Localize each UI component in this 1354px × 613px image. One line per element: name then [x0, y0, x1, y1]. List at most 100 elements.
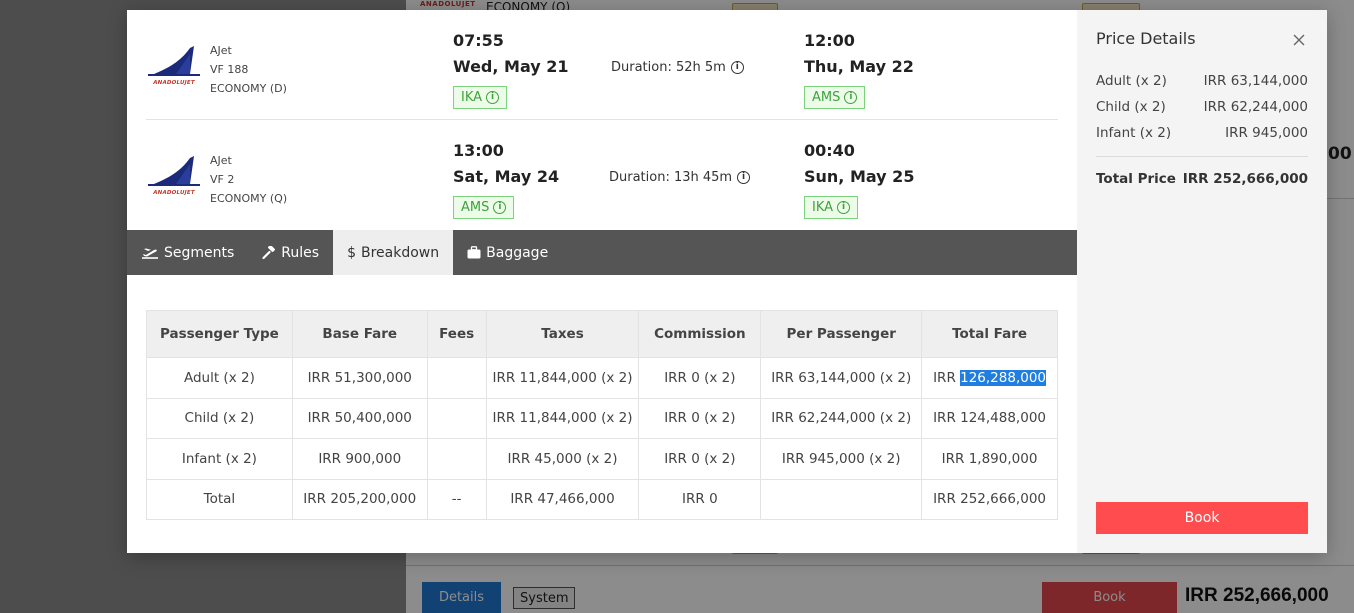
- airline-name: AJet: [210, 44, 232, 57]
- table-row: Child (x 2) IRR 50,400,000 IRR 11,844,00…: [146, 397, 1058, 439]
- total-price-row: Total Price IRR 252,666,000: [1096, 171, 1308, 187]
- tab-label: Segments: [164, 244, 235, 261]
- table-cell: [760, 478, 923, 520]
- duration-text: Duration: 13h 45m: [609, 170, 733, 185]
- departure-airport-code: IKA: [461, 90, 483, 105]
- flight-details-modal: ANADOLUJET AJet VF 188 ECONOMY (D) 07:55…: [127, 10, 1327, 553]
- column-header: Per Passenger: [760, 310, 923, 358]
- column-header: Commission: [638, 310, 762, 358]
- arrival-airport-chip[interactable]: IKA i: [804, 196, 859, 219]
- price-row-label: Infant (x 2): [1096, 125, 1172, 141]
- arrival: 00:40 Sun, May 25 IKA i: [804, 140, 914, 219]
- suitcase-icon: [467, 246, 481, 259]
- total-price-value: IRR 252,666,000: [1182, 171, 1308, 187]
- gavel-icon: [262, 245, 276, 260]
- departure-airport-chip[interactable]: IKA i: [453, 86, 508, 109]
- table-cell: IRR 0: [638, 478, 762, 520]
- selected-text: 126,288,000: [960, 369, 1047, 386]
- table-cell: Total: [146, 478, 293, 520]
- tab-segments[interactable]: Segments: [127, 230, 248, 275]
- column-header: Fees: [426, 310, 487, 358]
- table-cell: IRR 62,244,000 (x 2): [760, 397, 923, 439]
- arrival-date: Sun, May 25: [804, 167, 915, 186]
- departure-date: Wed, May 21: [453, 57, 569, 76]
- tab-label: Rules: [281, 244, 320, 261]
- arrival: 12:00 Thu, May 22 AMS i: [804, 30, 914, 109]
- table-cell: --: [426, 478, 487, 520]
- plane-departure-icon: [141, 246, 159, 260]
- price-row: Infant (x 2) IRR 945,000: [1096, 125, 1308, 141]
- departure-time: 13:00: [453, 141, 504, 160]
- close-icon[interactable]: [1291, 32, 1307, 48]
- price-row-value: IRR 62,244,000: [1203, 99, 1308, 115]
- table-cell: [426, 357, 487, 399]
- price-row-label: Child (x 2): [1096, 99, 1166, 115]
- price-details-panel: Price Details Adult (x 2) IRR 63,144,000…: [1077, 10, 1327, 553]
- flight-duration: Duration: 52h 5m i: [611, 60, 744, 75]
- details-tab-bar: Segments Rules $ Breakdown Baggage: [127, 230, 1077, 275]
- table-cell: Infant (x 2): [146, 438, 293, 480]
- departure-date: Sat, May 24: [453, 167, 560, 186]
- table-cell: IRR 252,666,000: [921, 478, 1058, 520]
- departure-airport-chip[interactable]: AMS i: [453, 196, 515, 219]
- departure: 07:55 Wed, May 21 IKA i: [453, 30, 569, 109]
- flight-segment: ANADOLUJET AJet VF 188 ECONOMY (D) 07:55…: [146, 10, 1058, 120]
- airline-name: AJet: [210, 154, 232, 167]
- info-icon[interactable]: i: [737, 171, 751, 184]
- price-divider: [1096, 156, 1308, 157]
- price-row: Adult (x 2) IRR 63,144,000: [1096, 73, 1308, 89]
- departure: 13:00 Sat, May 24 AMS i: [453, 140, 559, 219]
- column-header: Passenger Type: [146, 310, 293, 358]
- table-cell: IRR 11,844,000 (x 2): [485, 397, 640, 439]
- column-header: Total Fare: [921, 310, 1058, 358]
- fare-breakdown-table: Passenger Type Base Fare Fees Taxes Comm…: [146, 310, 1058, 520]
- price-row-value: IRR 945,000: [1225, 125, 1308, 141]
- tab-rules[interactable]: Rules: [248, 230, 333, 275]
- tab-baggage[interactable]: Baggage: [453, 230, 562, 275]
- price-row-value: IRR 63,144,000: [1203, 73, 1308, 89]
- airline-logo: ANADOLUJET: [146, 154, 202, 200]
- column-header: Taxes: [485, 310, 640, 358]
- info-icon[interactable]: i: [493, 201, 507, 214]
- airline-logo: ANADOLUJET: [146, 44, 202, 90]
- total-price-label: Total Price: [1096, 171, 1176, 187]
- price-row: Child (x 2) IRR 62,244,000: [1096, 99, 1308, 115]
- table-cell: IRR 50,400,000: [291, 397, 428, 439]
- table-cell: IRR 45,000 (x 2): [485, 438, 640, 480]
- arrival-airport-code: IKA: [812, 200, 834, 215]
- info-icon[interactable]: i: [844, 91, 858, 104]
- table-cell: IRR 0 (x 2): [638, 357, 762, 399]
- table-cell: Adult (x 2): [146, 357, 293, 399]
- table-cell: IRR 900,000: [291, 438, 428, 480]
- arrival-airport-chip[interactable]: AMS i: [804, 86, 866, 109]
- flight-number: VF 2: [210, 173, 235, 186]
- tab-label: Breakdown: [361, 244, 440, 261]
- currency-prefix: IRR: [933, 369, 961, 386]
- table-cell: IRR 205,200,000: [291, 478, 428, 520]
- flight-duration: Duration: 13h 45m i: [609, 170, 751, 185]
- table-cell: IRR 945,000 (x 2): [760, 438, 923, 480]
- arrival-airport-code: AMS: [812, 90, 841, 105]
- departure-time: 07:55: [453, 31, 504, 50]
- table-cell: IRR 126,288,000: [921, 357, 1058, 399]
- arrival-date: Thu, May 22: [804, 57, 914, 76]
- duration-text: Duration: 52h 5m: [611, 60, 726, 75]
- departure-airport-code: AMS: [461, 200, 490, 215]
- book-button[interactable]: Book: [1096, 502, 1308, 534]
- table-cell: [426, 397, 487, 439]
- arrival-time: 00:40: [804, 141, 855, 160]
- dollar-icon: $: [347, 244, 356, 261]
- table-cell: IRR 124,488,000: [921, 397, 1058, 439]
- info-icon[interactable]: i: [486, 91, 500, 104]
- table-cell: IRR 0 (x 2): [638, 438, 762, 480]
- table-cell: Child (x 2): [146, 397, 293, 439]
- flight-number: VF 188: [210, 63, 249, 76]
- flight-segment: ANADOLUJET AJet VF 2 ECONOMY (Q) 13:00 S…: [146, 120, 1058, 230]
- price-details-title: Price Details: [1096, 29, 1196, 48]
- info-icon[interactable]: i: [730, 61, 744, 74]
- tab-breakdown[interactable]: $ Breakdown: [333, 230, 454, 275]
- airline-logo-text: ANADOLUJET: [153, 80, 195, 86]
- info-icon[interactable]: i: [837, 201, 851, 214]
- table-row: Adult (x 2) IRR 51,300,000 IRR 11,844,00…: [146, 357, 1058, 399]
- table-cell: IRR 1,890,000: [921, 438, 1058, 480]
